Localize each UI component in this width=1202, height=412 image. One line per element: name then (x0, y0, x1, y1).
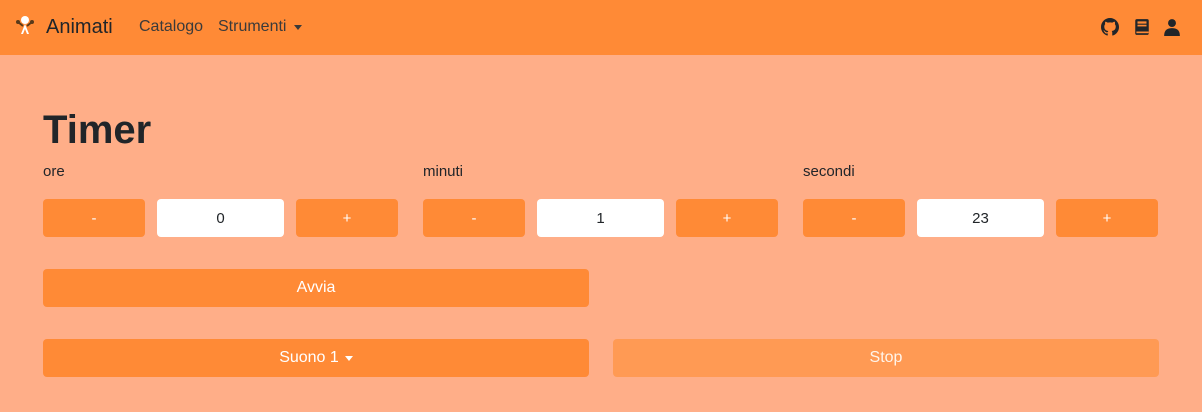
hours-input[interactable] (157, 199, 284, 237)
chevron-down-icon (294, 24, 303, 30)
chevron-down-icon (344, 355, 353, 361)
github-icon[interactable] (1101, 18, 1119, 36)
minutes-label: minuti (423, 163, 464, 180)
start-button[interactable]: Avvia (43, 269, 589, 307)
sound-dropdown-label: Suono 1 (279, 349, 339, 366)
seconds-label: secondi (803, 163, 855, 180)
stop-button[interactable]: Stop (613, 339, 1159, 377)
hours-decrement-button[interactable]: - (43, 199, 145, 237)
seconds-input[interactable] (917, 199, 1044, 237)
sound-dropdown-button[interactable]: Suono 1 (43, 339, 589, 377)
navbar: Animati Catalogo Strumenti (0, 0, 1202, 55)
minutes-increment-button[interactable]: + (676, 199, 778, 237)
minutes-input[interactable] (537, 199, 664, 237)
hours-increment-button[interactable]: + (296, 199, 398, 237)
seconds-increment-button[interactable]: + (1056, 199, 1158, 237)
nav-strumenti-label: Strumenti (218, 18, 287, 35)
hours-label: ore (43, 163, 65, 180)
seconds-decrement-button[interactable]: - (803, 199, 905, 237)
page-title: Timer (43, 108, 152, 152)
nav-strumenti-dropdown[interactable]: Strumenti (218, 18, 303, 36)
minutes-decrement-button[interactable]: - (423, 199, 525, 237)
brand[interactable]: Animati (14, 14, 113, 40)
book-icon[interactable] (1133, 18, 1151, 36)
brand-name: Animati (46, 15, 113, 38)
nav-catalogo-link[interactable]: Catalogo (139, 18, 203, 36)
animati-logo-icon (14, 14, 36, 40)
user-icon[interactable] (1163, 18, 1181, 36)
